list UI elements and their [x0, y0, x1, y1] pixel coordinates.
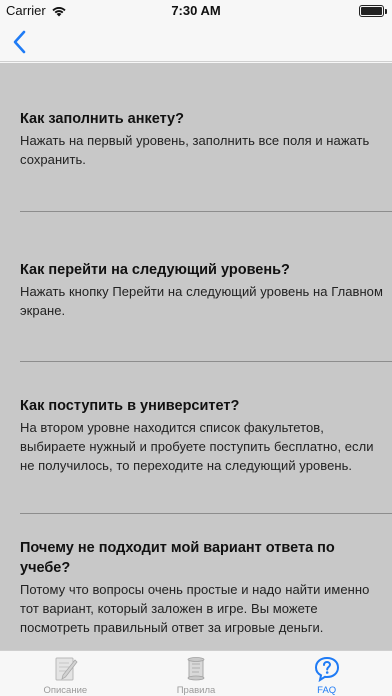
- faq-question: Почему не подходит мой вариант ответа по…: [20, 540, 335, 576]
- status-bar: Carrier 7:30 AM: [0, 0, 392, 22]
- faq-question: Как перейти на следующий уровень?: [20, 262, 290, 278]
- faq-answer: Потому что вопросы очень простые и надо …: [20, 582, 370, 635]
- faq-question: Как заполнить анкету?: [20, 111, 184, 127]
- faq-answer: Нажать на первый уровень, заполнить все …: [20, 133, 370, 167]
- faq-divider: [20, 211, 392, 212]
- scroll-icon: [187, 657, 205, 681]
- status-time: 7:30 AM: [171, 3, 221, 18]
- question-bubble-icon: [314, 656, 339, 683]
- tab-label: FAQ: [317, 685, 337, 696]
- faq-item: Как заполнить анкету? Нажать на первый у…: [20, 109, 390, 169]
- navigation-bar: [0, 22, 392, 62]
- tab-label: Правила: [176, 685, 216, 696]
- tab-rules[interactable]: Правила: [131, 651, 262, 696]
- faq-item: Почему не подходит мой вариант ответа по…: [20, 538, 380, 637]
- faq-answer: Нажать кнопку Перейти на следующий урове…: [20, 284, 383, 318]
- tab-label: Описание: [43, 685, 88, 696]
- tab-faq[interactable]: FAQ: [261, 651, 392, 696]
- tab-description[interactable]: Описание: [0, 651, 131, 696]
- faq-list[interactable]: Как заполнить анкету? Нажать на первый у…: [0, 63, 392, 650]
- faq-answer: На втором уровне находится список факуль…: [20, 420, 374, 473]
- pencil-paper-icon: [55, 657, 78, 681]
- faq-divider: [20, 513, 392, 514]
- back-button[interactable]: [8, 28, 32, 56]
- chevron-left-icon: [13, 30, 26, 54]
- faq-item: Как перейти на следующий уровень? Нажать…: [20, 260, 390, 320]
- faq-question: Как поступить в университет?: [20, 398, 240, 414]
- tab-bar: Описание Правила FAQ: [0, 650, 392, 696]
- faq-item: Как поступить в университет? На втором у…: [20, 396, 390, 475]
- faq-divider: [20, 361, 392, 362]
- battery-icon: [359, 5, 387, 17]
